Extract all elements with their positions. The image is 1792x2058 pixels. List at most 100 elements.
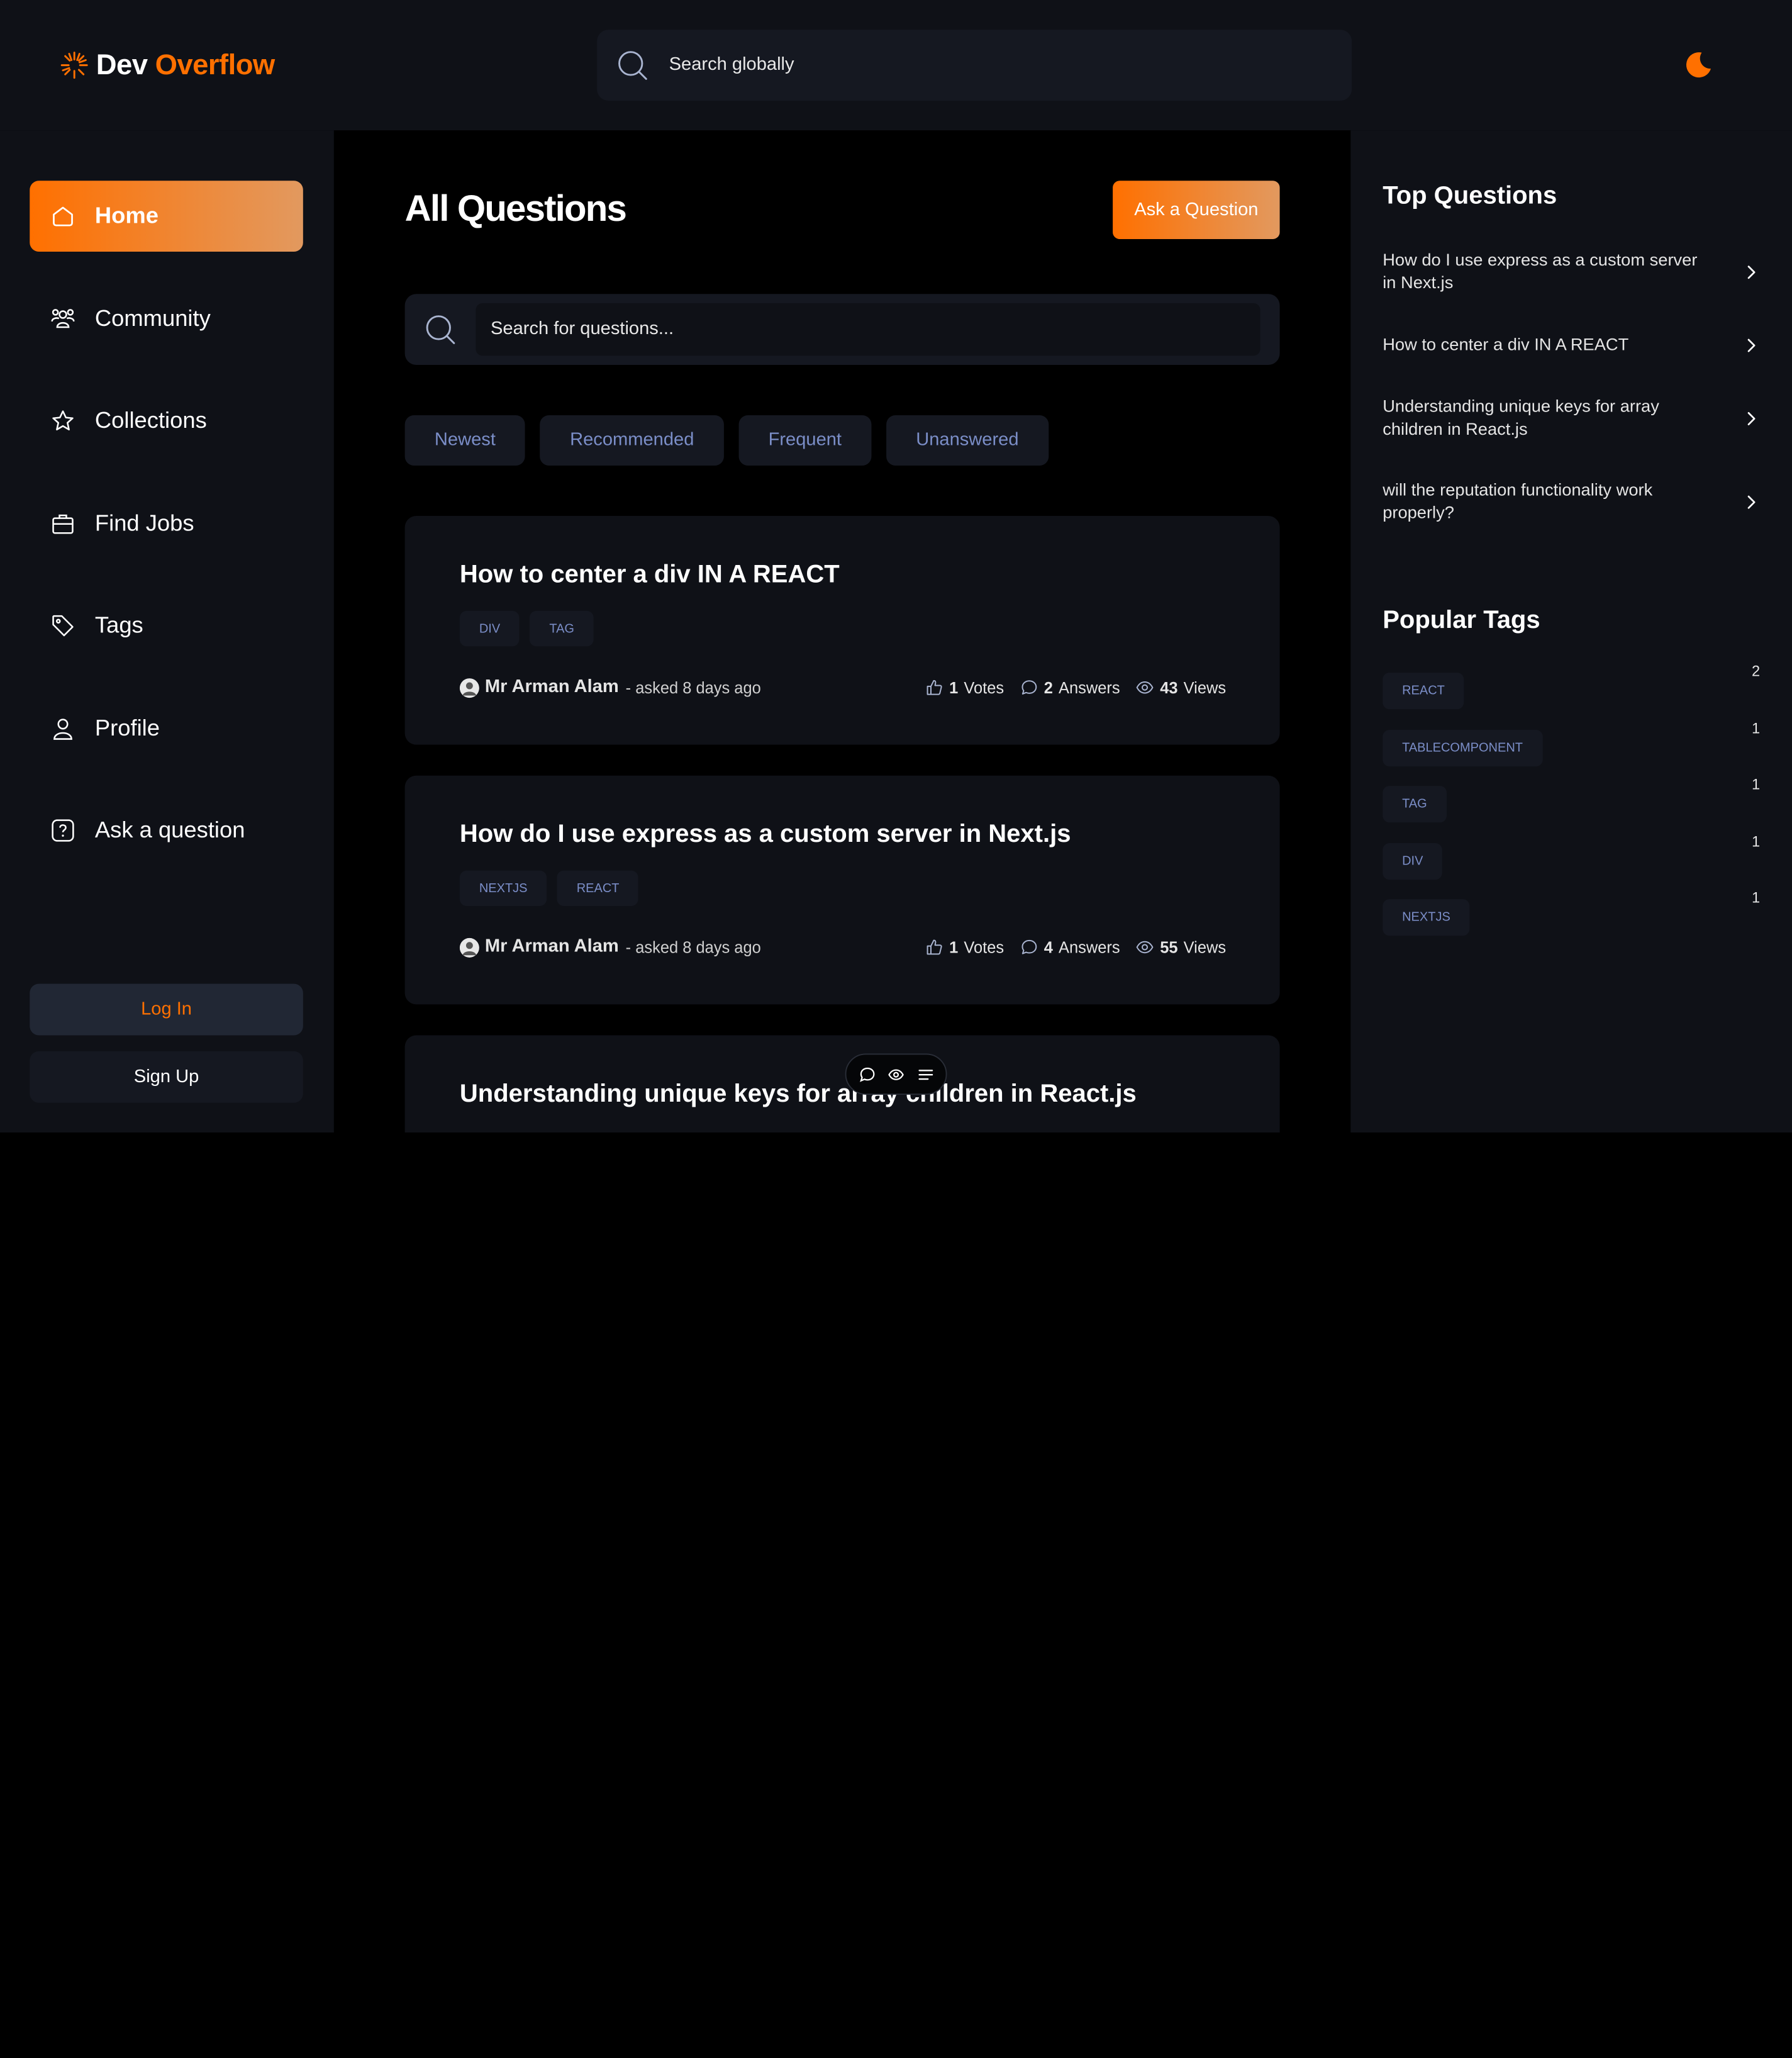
top-question-text: will the reputation functionality work p… bbox=[1383, 480, 1653, 523]
tag-pill[interactable]: REACT bbox=[1383, 673, 1464, 710]
sidebar-item-label: Tags bbox=[94, 612, 143, 638]
sidebar-item-tags[interactable]: Tags bbox=[30, 590, 303, 661]
question-title[interactable]: Understanding unique keys for array chil… bbox=[460, 1079, 1137, 1109]
logo[interactable]: Dev Overflow bbox=[60, 46, 275, 85]
question-stats: 1 Votes 2 Answers 43 Views bbox=[925, 678, 1226, 696]
votes-label: Votes bbox=[964, 937, 1005, 957]
author-link[interactable]: Mr Arman Alam bbox=[459, 937, 619, 958]
brand-name-part1: Dev bbox=[96, 48, 148, 81]
chevron-right-icon bbox=[1747, 338, 1756, 352]
tag-pill[interactable]: TABLECOMPONENT bbox=[1383, 730, 1542, 767]
sidebar-item-ask-question[interactable]: Ask a question bbox=[30, 795, 303, 866]
eye-icon bbox=[1137, 941, 1154, 954]
tag-pill[interactable]: REACT bbox=[557, 870, 639, 907]
moon-theme-toggle-icon[interactable] bbox=[1681, 48, 1716, 82]
question-card: How to center a div IN A REACT DIV TAG M… bbox=[404, 516, 1280, 745]
eye-icon[interactable] bbox=[888, 1066, 904, 1083]
views-count: 55 bbox=[1160, 937, 1178, 957]
answers-count: 2 bbox=[1043, 678, 1053, 697]
filter-unanswered[interactable]: Unanswered bbox=[886, 415, 1049, 466]
tag-pill[interactable]: DIV bbox=[1383, 843, 1443, 880]
question-title[interactable]: How to center a div IN A REACT bbox=[460, 559, 840, 589]
question-tags: NEXTJS REACT bbox=[459, 870, 639, 907]
popular-tag-row: DIV 1 bbox=[1383, 833, 1760, 880]
question-meta: Mr Arman Alam - asked 8 days ago 1 Votes bbox=[459, 936, 1226, 958]
sidebar-item-label: Find Jobs bbox=[94, 510, 194, 536]
avatar bbox=[459, 678, 479, 698]
tag-pill[interactable]: TAG bbox=[1383, 786, 1447, 823]
tag-pill[interactable]: TAG bbox=[530, 610, 594, 647]
eye-icon bbox=[1137, 681, 1154, 694]
votes-count: 1 bbox=[949, 678, 959, 697]
chevron-right-icon bbox=[1747, 412, 1756, 425]
top-navbar: Dev Overflow bbox=[0, 0, 1792, 131]
sidebar-item-community[interactable]: Community bbox=[30, 284, 303, 355]
brand-name-part2: Overflow bbox=[155, 48, 275, 81]
author-link[interactable]: Mr Arman Alam bbox=[459, 677, 619, 698]
popular-tag-row: TABLECOMPONENT 1 bbox=[1383, 720, 1760, 767]
top-question-text: Understanding unique keys for array chil… bbox=[1383, 396, 1659, 440]
ask-question-button[interactable]: Ask a Question bbox=[1113, 181, 1280, 240]
question-search-bar bbox=[404, 294, 1280, 366]
thumbs-up-icon bbox=[927, 679, 942, 695]
top-questions-heading: Top Questions bbox=[1383, 181, 1557, 210]
avatar bbox=[459, 937, 479, 957]
views-label: Views bbox=[1183, 678, 1227, 697]
chevron-right-icon bbox=[1747, 495, 1756, 509]
asked-time: - asked 8 days ago bbox=[625, 678, 761, 697]
left-sidebar: Home Community Collections Find Jobs Tag… bbox=[0, 130, 334, 1133]
votes-label: Votes bbox=[964, 678, 1005, 697]
tag-count: 1 bbox=[1752, 832, 1761, 850]
question-stats: 1 Votes 4 Answers 55 Views bbox=[925, 938, 1226, 956]
author-name: Mr Arman Alam bbox=[484, 677, 619, 697]
filter-frequent[interactable]: Frequent bbox=[738, 415, 872, 466]
briefcase-icon bbox=[52, 514, 74, 534]
filter-recommended[interactable]: Recommended bbox=[540, 415, 724, 466]
global-search-bar bbox=[597, 30, 1352, 101]
top-question-item[interactable]: will the reputation functionality work p… bbox=[1383, 479, 1760, 525]
popular-tag-row: NEXTJS 1 bbox=[1383, 889, 1760, 936]
sidebar-item-collections[interactable]: Collections bbox=[30, 386, 303, 457]
search-icon bbox=[426, 315, 455, 344]
message-icon bbox=[1021, 939, 1037, 954]
answers-stat: 2 Answers bbox=[1020, 678, 1120, 696]
tag-pill[interactable]: NEXTJS bbox=[459, 870, 547, 907]
views-stat: 55 Views bbox=[1136, 938, 1226, 956]
sidebar-item-find-jobs[interactable]: Find Jobs bbox=[30, 488, 303, 559]
menu-icon[interactable] bbox=[916, 1066, 933, 1083]
login-button[interactable]: Log In bbox=[30, 983, 303, 1036]
signup-button[interactable]: Sign Up bbox=[30, 1051, 303, 1103]
answers-label: Answers bbox=[1058, 678, 1120, 697]
page-title: All Questions bbox=[404, 187, 627, 229]
top-question-item[interactable]: How to center a div IN A REACT bbox=[1383, 334, 1760, 357]
thumbs-up-icon bbox=[927, 939, 942, 955]
tag-icon bbox=[52, 615, 74, 637]
votes-stat: 1 Votes bbox=[925, 678, 1004, 696]
question-search-input[interactable] bbox=[476, 303, 1261, 356]
sidebar-item-label: Profile bbox=[94, 715, 160, 741]
global-search-input[interactable] bbox=[667, 53, 1312, 77]
popular-tag-row: TAG 1 bbox=[1383, 776, 1760, 823]
tag-pill[interactable]: NEXTJS bbox=[1383, 899, 1470, 936]
filter-newest[interactable]: Newest bbox=[404, 415, 526, 466]
top-question-item[interactable]: How do I use express as a custom server … bbox=[1383, 249, 1760, 295]
views-count: 43 bbox=[1160, 678, 1178, 697]
popular-tag-row: REACT 2 bbox=[1383, 663, 1760, 710]
comment-icon[interactable] bbox=[859, 1066, 876, 1083]
question-title[interactable]: How do I use express as a custom server … bbox=[460, 819, 1071, 849]
asked-time: - asked 8 days ago bbox=[625, 937, 761, 957]
top-question-item[interactable]: Understanding unique keys for array chil… bbox=[1383, 396, 1760, 442]
user-icon bbox=[53, 719, 72, 740]
sidebar-item-label: Ask a question bbox=[94, 817, 245, 843]
sidebar-item-label: Collections bbox=[94, 408, 207, 433]
top-question-text: How do I use express as a custom server … bbox=[1383, 250, 1698, 293]
sidebar-item-home[interactable]: Home bbox=[30, 181, 303, 252]
tag-count: 1 bbox=[1752, 719, 1761, 737]
tag-pill[interactable]: DIV bbox=[459, 610, 520, 647]
question-icon bbox=[52, 819, 74, 842]
sidebar-item-profile[interactable]: Profile bbox=[30, 693, 303, 764]
tag-count: 2 bbox=[1752, 662, 1761, 680]
popular-tags-heading: Popular Tags bbox=[1383, 605, 1540, 634]
views-stat: 43 Views bbox=[1136, 678, 1226, 696]
floating-toolbar bbox=[845, 1053, 947, 1095]
